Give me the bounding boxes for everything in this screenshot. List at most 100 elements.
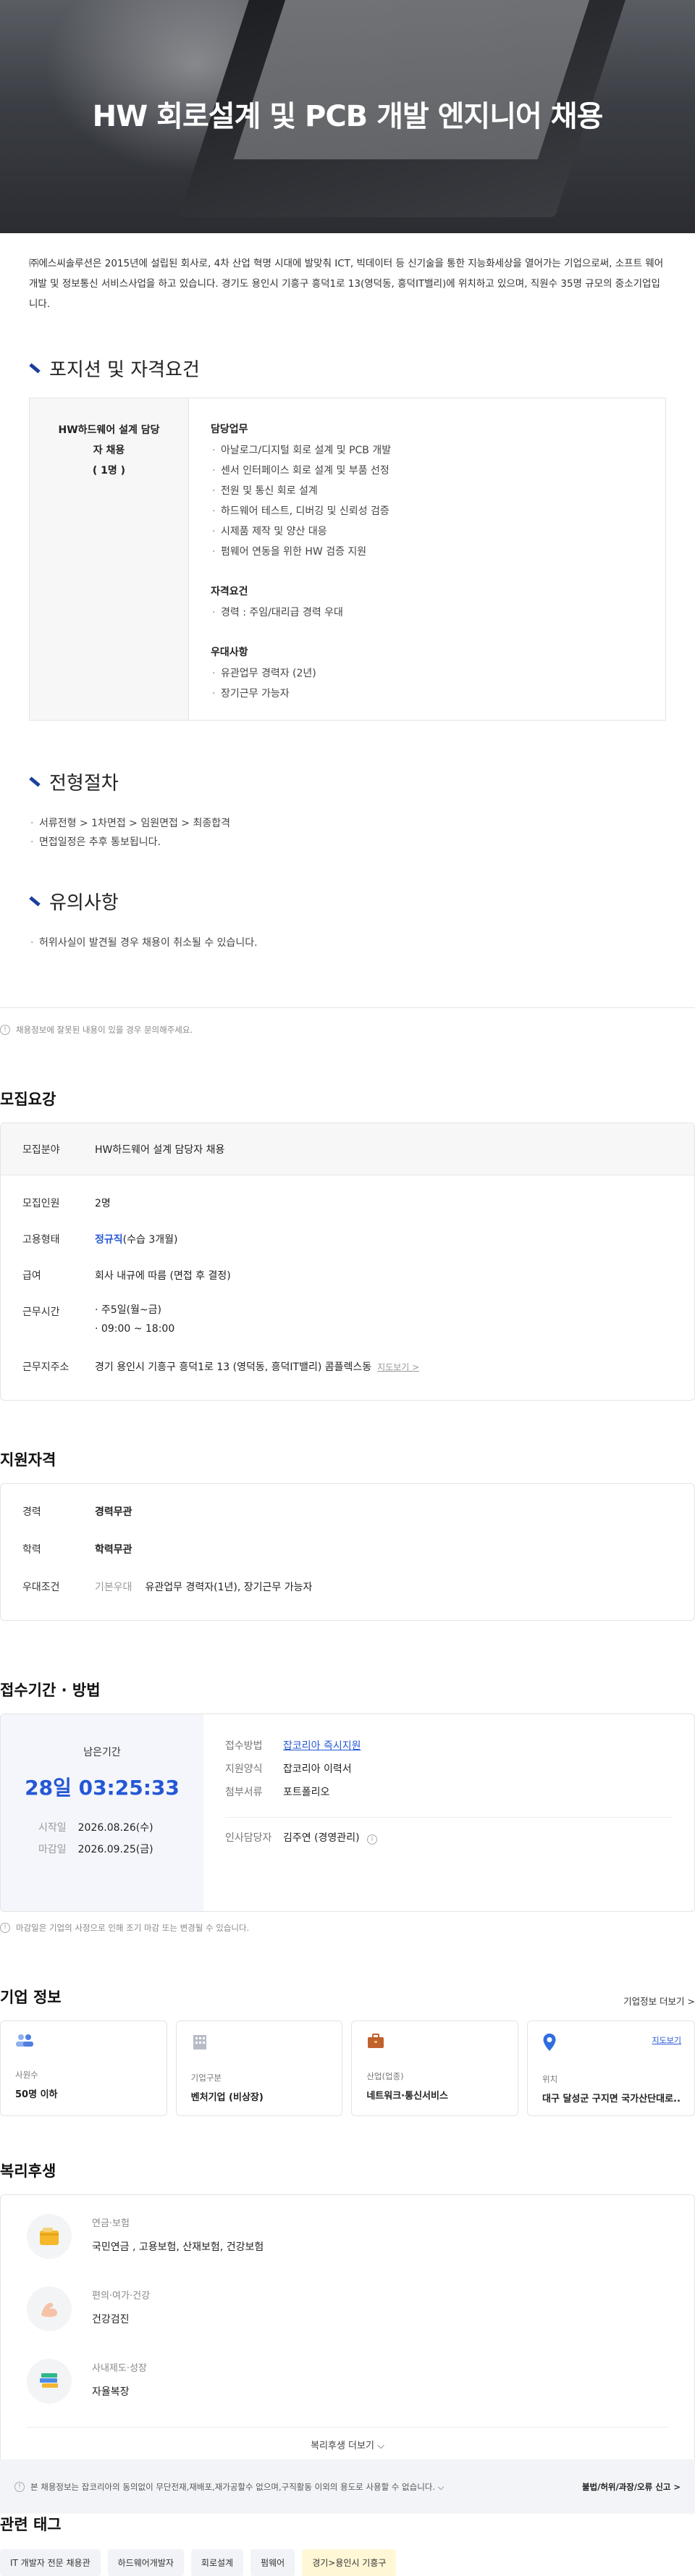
company-card-type: 기업구분 벤처기업 (비상장) <box>175 2021 343 2116</box>
copyright-notice[interactable]: 본 채용정보는 잡코리아의 동의없이 무단전재,재배포,재가공할수 없으며,구직… <box>30 2481 444 2493</box>
position-detail-cell: 담당업무 아날로그/디지털 회로 설계 및 PCB 개발 센서 인터페이스 회로… <box>189 398 413 720</box>
deadline-notice: ! 마감일은 기업의 사정으로 인해 조기 마감 또는 변경될 수 있습니다. <box>0 1922 695 1934</box>
list-item: 유관업무 경력자 (2년) <box>211 663 391 684</box>
list-item: 전원 및 통신 회로 설계 <box>211 481 391 501</box>
list-item: 펌웨어 연동을 위한 HW 검증 지원 <box>211 542 391 562</box>
preferences-heading: 우대사항 <box>211 647 248 658</box>
map-link[interactable]: 지도보기 <box>652 2034 681 2046</box>
work-hours: 09:00 ~ 18:00 <box>101 1323 175 1335</box>
section-bar-icon <box>29 896 41 907</box>
list-item: 장기근무 가능자 <box>211 684 391 704</box>
career-label: 경력 <box>22 1506 41 1518</box>
caution-section-title: 유의사항 <box>29 888 695 915</box>
recruit-heading: 모집요강 <box>0 1091 56 1108</box>
start-date: 2026.08.26(수) <box>77 1822 153 1834</box>
company-more-link[interactable]: 기업정보 더보기 > <box>623 1994 695 2007</box>
list-item: 시제품 제작 및 양산 대응 <box>211 521 391 542</box>
field-label: 모집분야 <box>22 1144 60 1156</box>
requirements-list: 경력 : 주임/대리급 경력 우대 <box>211 603 391 623</box>
apply-methods: 접수방법 잡코리아 즉시지원 지원양식 잡코리아 이력서 첨부서류 포트폴리오 인사담… <box>203 1714 694 1911</box>
caution-list: 허위사실이 발견될 경우 채용이 취소될 수 있습니다. <box>29 934 695 952</box>
info-icon[interactable]: i <box>367 1834 377 1845</box>
section-bar-icon <box>29 776 41 787</box>
pref-sub: 기본우대 <box>95 1582 132 1593</box>
position-table: HW하드웨어 설계 담당자 채용 ( 1명 ) 담당업무 아날로그/디지털 회로… <box>29 398 666 721</box>
welfare-heading: 복리후생 <box>0 2162 56 2180</box>
attach-label: 첨부서류 <box>225 1787 263 1798</box>
process-list: 서류전형 > 1차면접 > 임원면접 > 최종합격 면접일정은 추후 통보됩니다… <box>29 814 695 852</box>
remain-countdown: 28일 03:25:33 <box>25 1776 180 1800</box>
tag-item[interactable]: 하드웨어개발자 <box>107 2549 184 2576</box>
apply-heading: 접수기간 · 방법 <box>0 1682 101 1699</box>
career-value: 경력무관 <box>95 1506 132 1518</box>
quick-apply-link[interactable]: 잡코리아 즉시지원 <box>283 1734 361 1758</box>
welfare-card: 연금·보험 국민연금 , 고용보험, 산재보험, 건강보험 편의·여가·건강 건강검… <box>0 2194 695 2464</box>
info-icon: ! <box>0 1923 10 1933</box>
company-cards: 사원수 50명 이하 기업구분 벤처기업 (비상장) 산업(업종) 네트워크·통… <box>0 2021 695 2116</box>
people-icon <box>16 2034 33 2047</box>
welfare-more-button[interactable]: 복리후생 더보기 ⌵ <box>27 2427 668 2463</box>
tag-item[interactable]: 펌웨어 <box>250 2549 295 2576</box>
company-intro: ㈜에스씨솔루션은 2015년에 설립된 회사로, 4차 산업 혁명 시대에 발맞… <box>29 258 664 310</box>
list-item: 하드웨어 테스트, 디버깅 및 신뢰성 검증 <box>211 501 391 521</box>
welfare-item: 사내제도·성장 자율복장 <box>27 2354 668 2427</box>
books-icon <box>27 2359 72 2404</box>
form-label: 지원양식 <box>225 1763 263 1775</box>
footer-bar: ! 본 채용정보는 잡코리아의 동의없이 무단전재,재배포,재가공할수 없으며,구… <box>0 2459 695 2514</box>
method-label: 접수방법 <box>225 1740 263 1752</box>
field-value: HW하드웨어 설계 담당자 채용 <box>95 1144 225 1156</box>
report-link[interactable]: 불법/허위/과장/오류 신고 > <box>582 2481 681 2493</box>
duties-heading: 담당업무 <box>211 424 248 435</box>
apply-card: 남은기간 28일 03:25:33 시작일 2026.08.26(수) 마감일 20… <box>0 1713 695 1912</box>
process-section-title: 전형절차 <box>29 768 695 795</box>
report-notice[interactable]: ! 채용정보에 잘못된 내용이 있을 경우 문의해주세요. <box>0 1024 695 1036</box>
people-value: 2명 <box>95 1198 111 1209</box>
hr-label: 인사담당자 <box>225 1832 272 1844</box>
end-label: 마감일 <box>38 1844 67 1855</box>
pref-label: 우대조건 <box>22 1582 60 1593</box>
addr-value: 경기 용인시 기흥구 흥덕1로 13 (영덕동, 흥덕IT밸리) 콤플렉스동 <box>95 1362 372 1373</box>
position-role: HW하드웨어 설계 담당자 채용 <box>58 424 160 456</box>
job-posting-page: HW 회로설계 및 PCB 개발 엔지니어 채용 ㈜에스씨솔루션은 2015년에… <box>0 0 695 2576</box>
divider <box>0 1007 695 1008</box>
tag-item[interactable]: IT 개발자 전문 채용관 <box>0 2549 101 2576</box>
company-heading: 기업 정보 <box>0 1989 62 2006</box>
hero-banner: HW 회로설계 및 PCB 개발 엔지니어 채용 <box>0 0 695 233</box>
qual-card: 경력 경력무관 학력 학력무관 우대조건 기본우대 유관업무 경력자(1년), 장… <box>0 1483 695 1621</box>
deadline-panel: 남은기간 28일 03:25:33 시작일 2026.08.26(수) 마감일 20… <box>1 1714 203 1911</box>
pay-value: 회사 내규에 따름 (면접 후 결정) <box>95 1270 231 1282</box>
recruit-card: 모집분야 HW하드웨어 설계 담당자 채용 모집인원 2명 고용형태 정규직(수… <box>0 1123 695 1401</box>
company-card-employees: 사원수 50명 이하 <box>0 2021 167 2116</box>
list-item: 서류전형 > 1차면접 > 임원면접 > 최종합격 <box>29 814 695 833</box>
building-icon <box>193 2035 206 2050</box>
position-section-title: 포지션 및 자격요건 <box>29 355 695 382</box>
map-link[interactable]: 지도보기 > <box>377 1362 419 1372</box>
tag-item[interactable]: 경기>용인시 기흥구 <box>302 2549 397 2576</box>
muscle-icon <box>27 2286 72 2331</box>
tag-item[interactable]: 회로설계 <box>190 2549 244 2576</box>
briefcase-icon <box>368 2034 384 2048</box>
probation-note: (수습 3개월) <box>122 1234 178 1246</box>
type-value[interactable]: 정규직 <box>95 1234 123 1246</box>
company-card-location: 지도보기 위치 대구 달성군 구지면 국가산단대로... <box>527 2021 695 2116</box>
tags-heading: 관련 태그 <box>0 2516 62 2533</box>
list-item: 면접일정은 추후 통보됩니다. <box>29 833 695 852</box>
people-label: 모집인원 <box>22 1198 60 1209</box>
requirements-heading: 자격요건 <box>211 586 248 597</box>
attach-value: 포트폴리오 <box>283 1787 330 1798</box>
position-headcount: ( 1명 ) <box>92 465 126 477</box>
preferences-list: 유관업무 경력자 (2년) 장기근무 가능자 <box>211 663 391 704</box>
time-label: 근무시간 <box>22 1306 60 1318</box>
edu-value: 학력무관 <box>95 1544 132 1556</box>
info-icon: ! <box>0 1025 10 1035</box>
list-item: 허위사실이 발견될 경우 채용이 취소될 수 있습니다. <box>29 934 695 952</box>
pref-value: 유관업무 경력자(1년), 장기근무 가능자 <box>145 1582 313 1593</box>
location-pin-icon <box>543 2034 556 2051</box>
type-label: 고용형태 <box>22 1234 60 1246</box>
remain-label: 남은기간 <box>83 1747 121 1758</box>
addr-label: 근무지주소 <box>22 1362 70 1373</box>
form-value: 잡코리아 이력서 <box>283 1763 352 1775</box>
list-item: 센서 인터페이스 회로 설계 및 부품 선정 <box>211 461 391 481</box>
edu-label: 학력 <box>22 1544 41 1556</box>
list-item: 경력 : 주임/대리급 경력 우대 <box>211 603 391 623</box>
